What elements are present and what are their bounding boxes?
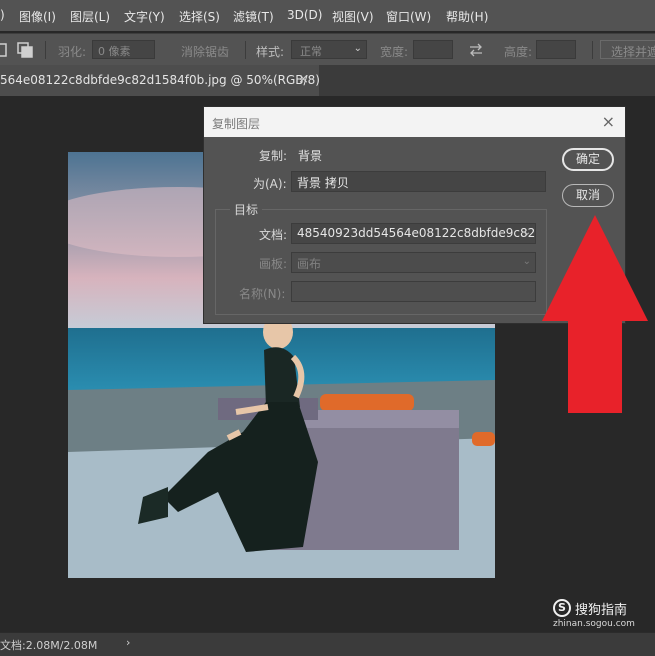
chevron-right-icon[interactable]: › <box>126 636 130 649</box>
document-size-status: 文档:2.08M/2.08M <box>0 639 98 652</box>
dialog-title: 复制图层 <box>212 117 261 131</box>
close-icon[interactable]: × <box>602 112 615 131</box>
height-input[interactable] <box>536 40 576 59</box>
as-label: 为(A): <box>253 177 287 191</box>
menu-item-select[interactable]: 选择(S) <box>179 8 220 25</box>
duplicate-label: 复制: <box>259 149 288 163</box>
chevron-down-icon: ⌄ <box>353 43 362 54</box>
artboard-label: 画板: <box>259 257 288 271</box>
menu-item-3d[interactable]: 3D(D) <box>287 8 322 22</box>
red-arrow-annotation <box>542 215 648 413</box>
menu-item-layer[interactable]: 图层(L) <box>70 8 110 25</box>
menu-item-filter[interactable]: 滤镜(T) <box>233 8 274 25</box>
artboard-select[interactable]: 画布 ⌄ <box>291 252 536 273</box>
intersect-selection-icon[interactable] <box>17 42 33 58</box>
divider <box>45 41 46 59</box>
width-input[interactable] <box>413 40 453 59</box>
menu-item-image[interactable]: 图像(I) <box>19 8 56 25</box>
document-tab-title: 564e08122c8dbfde9c82d1584f0b.jpg @ 50%(R… <box>0 73 320 87</box>
document-select[interactable]: 48540923dd54564e08122c8dbfde9c82... ⌄ <box>291 223 536 244</box>
watermark: S 搜狗指南 zhinan.sogou.com <box>553 598 655 634</box>
height-label: 高度: <box>504 45 533 59</box>
name-label: 名称(N): <box>239 287 286 301</box>
menu-bar: ) 图像(I) 图层(L) 文字(Y) 选择(S) 滤镜(T) 3D(D) 视图… <box>0 0 655 31</box>
close-icon[interactable]: × <box>298 72 309 87</box>
dialog-title-bar[interactable]: 复制图层 × <box>204 107 625 137</box>
width-label: 宽度: <box>380 45 409 59</box>
style-select-value: 正常 <box>300 45 322 58</box>
select-and-mask-button[interactable]: 选择并遮 <box>600 40 655 59</box>
status-bar: 文档:2.08M/2.08M › <box>0 632 655 656</box>
document-label: 文档: <box>259 228 288 242</box>
select-and-mask-label: 选择并遮 <box>611 45 655 59</box>
style-select[interactable]: 正常 ⌄ <box>291 40 367 59</box>
menu-item-window[interactable]: 窗口(W) <box>386 8 431 25</box>
watermark-url: zhinan.sogou.com <box>553 619 635 629</box>
sogou-logo-icon: S <box>553 599 571 617</box>
style-label: 样式: <box>256 45 285 59</box>
menu-item-type[interactable]: 文字(Y) <box>124 8 165 25</box>
antialias-label: 消除锯齿 <box>181 45 230 59</box>
target-legend: 目标 <box>230 201 263 218</box>
chevron-down-icon: ⌄ <box>522 256 531 267</box>
duplicate-layer-name: 背景 <box>298 149 323 163</box>
watermark-text: 搜狗指南 <box>575 603 628 618</box>
menu-item-view[interactable]: 视图(V) <box>332 8 374 25</box>
feather-label: 羽化: <box>58 45 87 59</box>
chevron-down-icon: ⌄ <box>522 227 531 238</box>
options-bar: 羽化: 0 像素 消除锯齿 样式: 正常 ⌄ 宽度: 高度: 选择并遮 <box>0 33 655 86</box>
selection-mode-icon[interactable] <box>0 42 10 58</box>
ok-button[interactable]: 确定 <box>562 148 614 171</box>
document-tab-bar: 564e08122c8dbfde9c82d1584f0b.jpg @ 50%(R… <box>0 65 655 96</box>
as-input[interactable]: 背景 拷贝 <box>291 171 546 192</box>
swap-arrows-icon[interactable] <box>468 43 484 57</box>
divider <box>592 41 593 59</box>
feather-input[interactable]: 0 像素 <box>92 40 155 59</box>
name-input[interactable] <box>291 281 536 302</box>
divider <box>245 41 246 59</box>
document-tab[interactable]: 564e08122c8dbfde9c82d1584f0b.jpg @ 50%(R… <box>0 65 320 96</box>
document-select-value: 48540923dd54564e08122c8dbfde9c82... <box>297 226 536 240</box>
cancel-button[interactable]: 取消 <box>562 184 614 207</box>
menu-item-partial[interactable]: ) <box>0 8 5 22</box>
menu-item-help[interactable]: 帮助(H) <box>446 8 488 25</box>
artboard-select-value: 画布 <box>297 257 322 271</box>
